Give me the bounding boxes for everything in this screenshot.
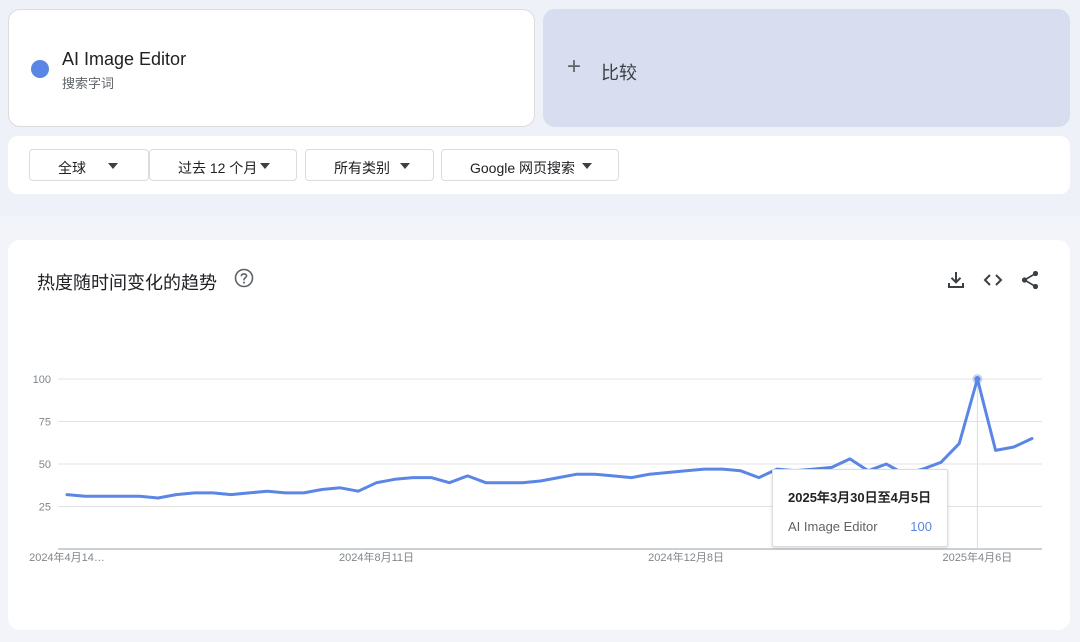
x-tick-label: 2024年8月11日: [339, 550, 414, 564]
y-tick-label: 25: [39, 502, 51, 514]
highlight-point: [974, 376, 981, 382]
y-tick-label: 75: [39, 417, 51, 429]
x-tick-label: 2025年4月6日: [943, 550, 1013, 564]
tooltip-date: 2025年3月30日至4月5日: [788, 490, 932, 505]
y-tick-label: 100: [33, 374, 51, 386]
x-tick-label: 2024年4月14…: [29, 550, 105, 564]
y-tick-label: 50: [39, 459, 51, 471]
data-tooltip: 2025年3月30日至4月5日 AI Image Editor 100: [772, 469, 948, 547]
x-tick-label: 2024年12月8日: [648, 550, 724, 564]
tooltip-term: AI Image Editor: [788, 519, 878, 534]
tooltip-value: 100: [910, 519, 932, 534]
